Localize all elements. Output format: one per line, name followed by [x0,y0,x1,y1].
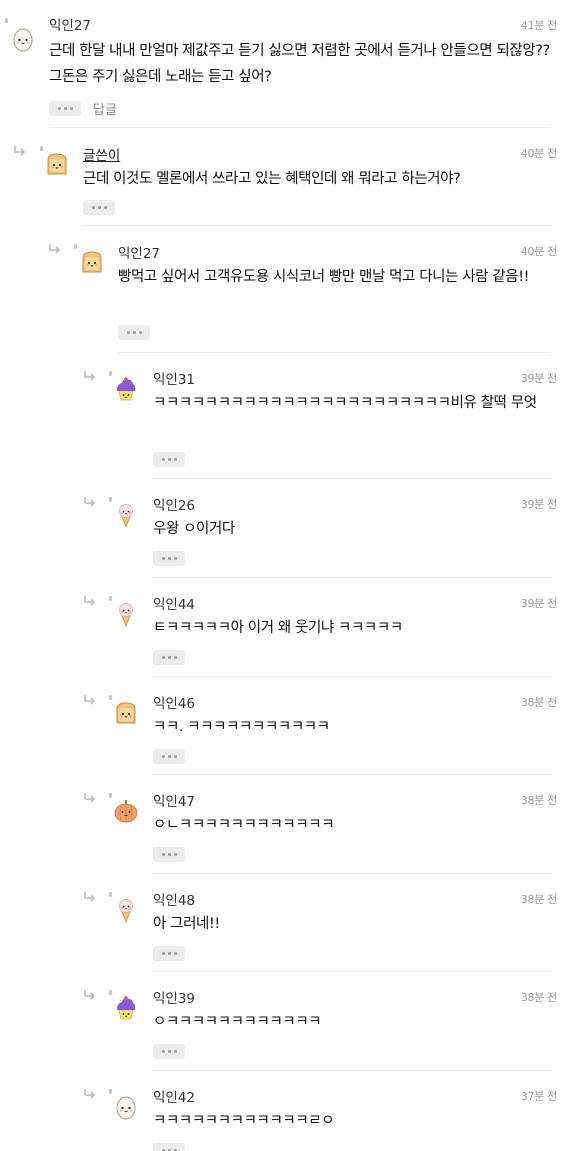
more-button[interactable] [153,749,185,764]
comment-time: 39분 전 [520,597,558,610]
icecream-icon [113,601,139,627]
comment-item: 익인48 38분 전 아 그러네!! [0,874,563,972]
comment-author[interactable]: 익인27 [49,14,91,34]
toast-icon [79,249,105,275]
reply-arrow-icon [83,595,97,607]
comment-text: 빵먹고 싶어서 고객유도용 시식코너 빵만 맨날 먹고 다니는 사람 같음!! [118,269,530,285]
reply-arrow-icon [83,496,97,508]
comment-marker [109,892,112,897]
more-button[interactable] [153,551,185,566]
comment-marker [109,793,112,798]
cupcake-icon [113,995,139,1021]
comment-time: 38분 전 [520,696,558,709]
comment-item: 익인27 41분 전 근데 한달 내내 만얼마 제값주고 듣기 싫으면 저렴한 … [0,0,563,130]
comment-text: 근데 이것도 멜론에서 쓰라고 있는 혜택인데 왜 뭐라고 하는거야? [83,171,461,187]
comment-item: 익인46 38분 전 ㅋㅋ. ㅋㅋㅋㅋㅋㅋㅋㅋㅋㅋㅋ [0,677,563,775]
more-button[interactable] [153,847,185,862]
reply-arrow-icon [83,1088,97,1100]
comment-marker [5,18,8,23]
more-button[interactable] [153,1044,185,1059]
comment-item: 익인42 37분 전 ㅋㅋㅋㅋㅋㅋㅋㅋㅋㅋㅋㅋㄹㅇ [0,1071,563,1151]
comment-author[interactable]: 익인31 [153,368,195,388]
comment-item: 익인47 38분 전 ㅇㄴㅋㅋㅋㅋㅋㅋㅋㅋㅋㅋㅋㅋ [0,775,563,874]
egg-icon [10,26,36,52]
comment-marker [109,371,112,376]
comment-text: ㅇㄴㅋㅋㅋㅋㅋㅋㅋㅋㅋㅋㅋㅋ [153,817,335,833]
comment-time: 39분 전 [520,372,558,385]
comment-author[interactable]: 익인47 [153,790,195,810]
comment-text: 아 그러네!! [153,916,220,932]
comment-marker [74,244,77,249]
reply-arrow-icon [83,370,97,382]
comment-text: ㅇㅋㅋㅋㅋㅋㅋㅋㅋㅋㅋㅋㅋ [153,1014,322,1030]
comment-time: 40분 전 [520,147,558,160]
more-button[interactable] [49,101,81,116]
comment-author[interactable]: 익인42 [153,1086,195,1106]
comment-time: 38분 전 [520,794,558,807]
more-button[interactable] [153,452,185,467]
comment-marker [109,990,112,995]
comment-author[interactable]: 익인39 [153,987,195,1007]
comment-marker [109,596,112,601]
reply-arrow-icon [13,145,27,157]
comment-item: 익인44 39분 전 ㅌㅋㅋㅋㅋㅋ아 이거 왜 웃기냐 ㅋㅋㅋㅋㅋ [0,578,563,677]
comment-author[interactable]: 익인26 [153,494,195,514]
more-button[interactable] [83,200,115,215]
reply-arrow-icon [83,792,97,804]
more-button[interactable] [118,325,150,340]
comment-time: 40분 전 [520,245,558,258]
comment-time: 39분 전 [520,498,558,511]
comment-item: 익인27 40분 전 빵먹고 싶어서 고객유도용 시식코너 빵만 맨날 먹고 다… [0,226,563,353]
more-button[interactable] [153,650,185,665]
comment-text: ㅋㅋ. ㅋㅋㅋㅋㅋㅋㅋㅋㅋㅋㅋ [153,719,330,735]
comment-marker [40,146,43,151]
reply-arrow-icon [48,243,62,255]
comment-item: 익인39 38분 전 ㅇㅋㅋㅋㅋㅋㅋㅋㅋㅋㅋㅋㅋ [0,972,563,1071]
cupcake-icon [113,376,139,402]
reply-arrow-icon [83,989,97,1001]
comment-item: 익인26 39분 전 우왕 ㅇ이거다 [0,479,563,578]
reply-arrow-icon [83,694,97,706]
comment-item: 익인31 39분 전 ㅋㅋㅋㅋㅋㅋㅋㅋㅋㅋㅋㅋㅋㅋㅋㅋㅋㅋㅋㅋㅋㅋㅋ비유 찰떡 … [0,353,563,479]
icecream-icon [113,502,139,528]
comment-author[interactable]: 익인48 [153,889,195,909]
more-button[interactable] [153,946,185,961]
toast-icon [44,151,70,177]
comment-time: 38분 전 [520,991,558,1004]
comment-time: 38분 전 [520,893,558,906]
comment-author[interactable]: 익인27 [118,242,160,262]
reply-arrow-icon [83,891,97,903]
comment-time: 41분 전 [520,19,558,32]
pumpkin-icon [113,798,139,824]
comment-text: ㅋㅋㅋㅋㅋㅋㅋㅋㅋㅋㅋㅋㄹㅇ [153,1113,335,1129]
egg-icon [113,1094,139,1120]
comment-item: 글쓴이 40분 전 근데 이것도 멜론에서 쓰라고 있는 혜택인데 왜 뭐라고 … [0,128,563,226]
comment-author[interactable]: 익인46 [153,692,195,712]
reply-button[interactable]: 답글 [93,99,117,118]
comment-marker [109,497,112,502]
comment-author[interactable]: 글쓴이 [83,144,120,164]
comment-marker [109,695,112,700]
comment-marker [109,1089,112,1094]
comment-text: ㅋㅋㅋㅋㅋㅋㅋㅋㅋㅋㅋㅋㅋㅋㅋㅋㅋㅋㅋㅋㅋㅋㅋ비유 찰떡 무엇 [153,395,537,411]
comment-time: 37분 전 [520,1090,558,1103]
more-button[interactable] [153,1143,185,1151]
icecream-icon [113,897,139,923]
toast-icon [113,700,139,726]
comment-text: ㅌㅋㅋㅋㅋㅋ아 이거 왜 웃기냐 ㅋㅋㅋㅋㅋ [153,620,403,636]
comment-author[interactable]: 익인44 [153,593,195,613]
comment-text: 근데 한달 내내 만얼마 제값주고 듣기 싫으면 저렴한 곳에서 듣거나 안들으… [49,43,550,85]
comment-text: 우왕 ㅇ이거다 [153,521,235,537]
